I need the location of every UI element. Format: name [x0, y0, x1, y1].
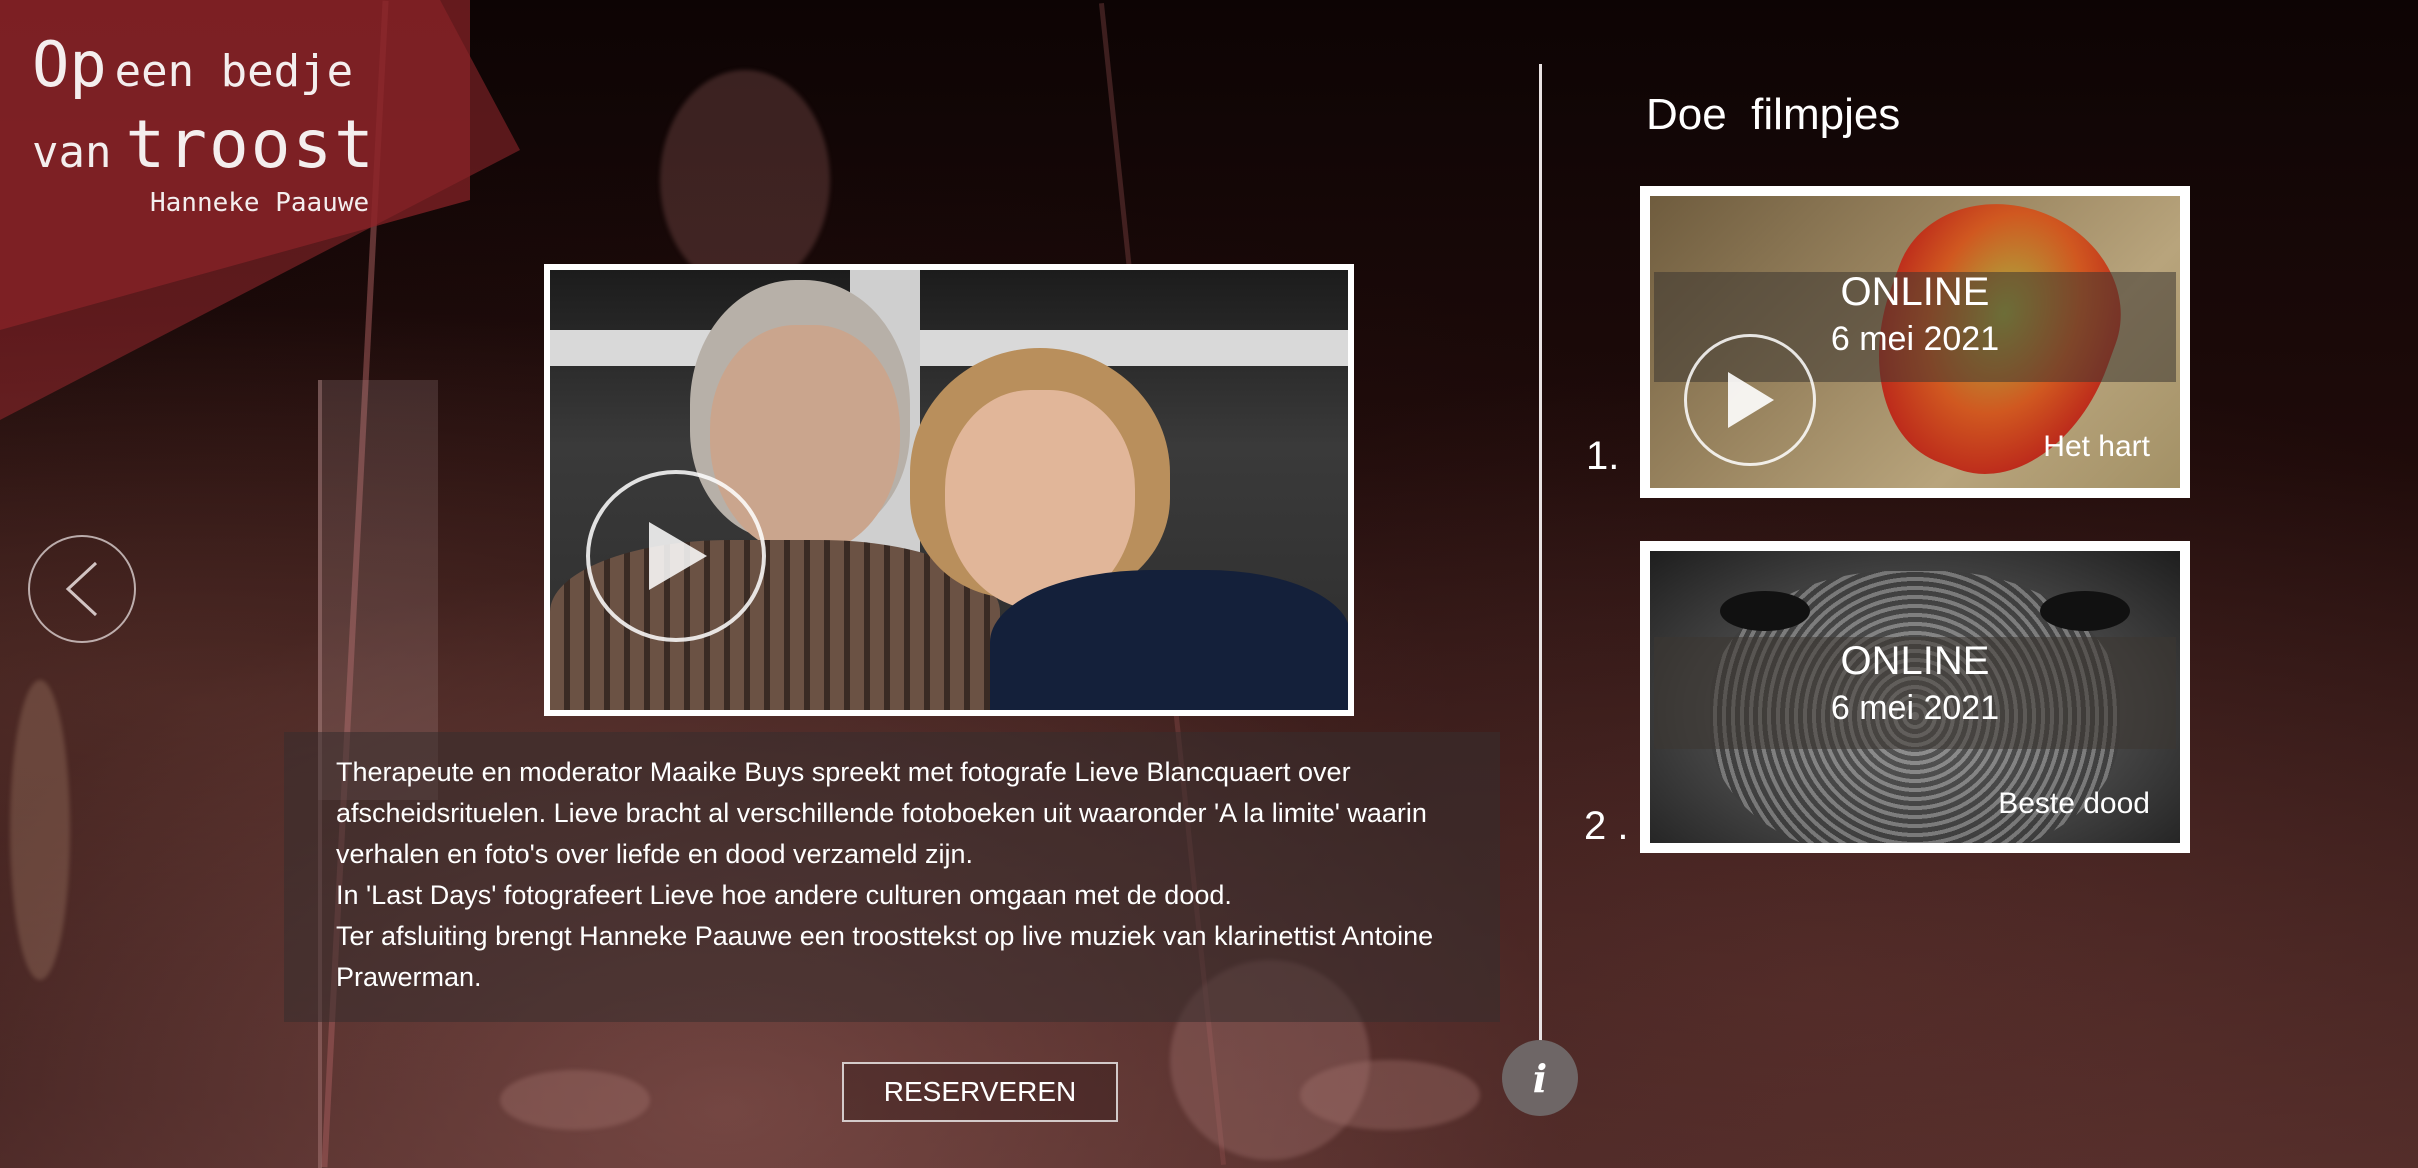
background-bowl	[500, 1070, 650, 1130]
item-number: 2 .	[1584, 804, 1629, 848]
play-icon	[1728, 372, 1774, 428]
logo-word-troost: troost	[125, 106, 376, 183]
background-bowl	[1300, 1060, 1480, 1130]
play-button[interactable]	[1684, 334, 1816, 466]
card-caption: Het hart	[2043, 430, 2150, 463]
card-status: ONLINE	[1840, 639, 1990, 683]
column-divider	[1539, 64, 1542, 1044]
video-card-beste-dood[interactable]: ONLINE 6 mei 2021 Beste dood	[1640, 541, 2190, 853]
info-icon: i	[1532, 1055, 1548, 1101]
logo-author: Hanneke Paauwe	[150, 188, 370, 218]
logo-word-op: Op	[32, 28, 107, 101]
description-paragraph: Therapeute en moderator Maaike Buys spre…	[336, 757, 1427, 869]
card-status: ONLINE	[1840, 270, 1990, 314]
description-paragraph: In 'Last Days' fotografeert Lieve hoe an…	[336, 880, 1232, 910]
play-button[interactable]	[586, 470, 766, 642]
logo-word-een-bedje: een bedje	[114, 46, 354, 97]
info-button[interactable]: i	[1502, 1040, 1578, 1116]
description-text: Therapeute en moderator Maaike Buys spre…	[336, 752, 1466, 998]
video-card-het-hart[interactable]: ONLINE 6 mei 2021 Het hart	[1640, 186, 2190, 498]
main-video[interactable]	[544, 264, 1354, 716]
video-person-top	[990, 570, 1348, 710]
video-window-frame	[550, 330, 1348, 366]
section-title: Doe filmpjes	[1646, 90, 1901, 139]
background-plant	[660, 70, 830, 290]
background-candle	[10, 680, 70, 980]
face-eye	[2040, 591, 2130, 631]
item-number: 1.	[1586, 434, 1620, 478]
card-caption: Beste dood	[1998, 787, 2150, 820]
previous-button[interactable]	[28, 535, 136, 643]
chevron-left-icon	[65, 561, 98, 617]
description-paragraph: Ter afsluiting brengt Hanneke Paauwe een…	[336, 921, 1434, 992]
play-icon	[649, 522, 707, 590]
face-eye	[1720, 591, 1810, 631]
card-date: 6 mei 2021	[1830, 689, 2000, 727]
reserve-button[interactable]: RESERVEREN	[842, 1062, 1118, 1122]
logo-word-van: van	[32, 127, 112, 178]
